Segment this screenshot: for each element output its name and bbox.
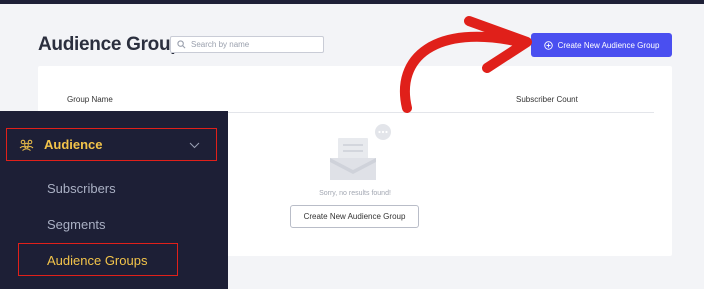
chevron-down-icon xyxy=(189,142,200,149)
sidebar: Audience Subscribers Segments Audience G… xyxy=(0,111,228,289)
sidebar-item-segments[interactable]: Segments xyxy=(47,217,106,232)
search-icon xyxy=(177,40,186,49)
search-input[interactable] xyxy=(191,40,311,49)
create-button-label: Create New Audience Group xyxy=(557,40,660,50)
top-bar xyxy=(0,0,704,4)
create-audience-group-button[interactable]: Create New Audience Group xyxy=(531,33,672,57)
column-header-group-name: Group Name xyxy=(67,95,113,104)
plus-circle-icon xyxy=(543,40,553,50)
empty-state-message: Sorry, no results found! xyxy=(319,190,391,197)
search-box[interactable] xyxy=(170,36,324,53)
page-title: Audience Groups xyxy=(38,34,192,55)
create-audience-group-empty-button[interactable]: Create New Audience Group xyxy=(290,205,419,228)
sidebar-item-subscribers[interactable]: Subscribers xyxy=(47,181,116,196)
sidebar-section-label: Audience xyxy=(44,137,103,152)
sidebar-item-audience-groups[interactable]: Audience Groups xyxy=(18,243,178,276)
sidebar-section-audience[interactable]: Audience xyxy=(6,128,217,161)
sidebar-item-audience-groups-label: Audience Groups xyxy=(47,253,148,268)
empty-inbox-illustration xyxy=(330,124,391,180)
red-arrow-annotation xyxy=(400,16,532,113)
audience-icon xyxy=(19,139,34,151)
